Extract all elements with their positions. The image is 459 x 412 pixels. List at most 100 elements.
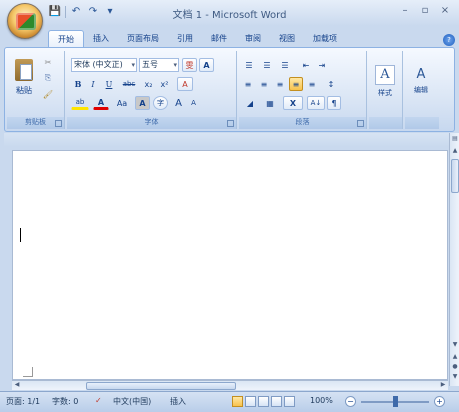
copy-icon[interactable]: ⎘	[40, 71, 56, 85]
window-controls: – ▫ ×	[395, 4, 455, 18]
vertical-scrollbar[interactable]: ▤ ▲ ▼ ▲ ● ▼	[449, 133, 459, 386]
find-icon: A	[416, 67, 426, 82]
draft-view-icon[interactable]	[284, 396, 295, 407]
insert-mode[interactable]: 插入	[170, 396, 186, 407]
web-layout-view-icon[interactable]	[258, 396, 269, 407]
tab-mailings[interactable]: 邮件	[202, 30, 236, 48]
ruler-strip	[4, 133, 449, 147]
document-page[interactable]	[12, 150, 448, 380]
page-count[interactable]: 页面: 1/1	[6, 396, 40, 407]
minimize-button[interactable]: –	[395, 4, 415, 18]
ruler-toggle-icon[interactable]: ▤	[451, 135, 459, 145]
editing-label: 编辑	[414, 86, 428, 94]
decrease-indent-button[interactable]: ⇤	[299, 58, 313, 72]
phonetic-guide-button[interactable]: 雯	[182, 58, 197, 72]
cut-icon[interactable]: ✂	[40, 55, 56, 69]
outline-view-icon[interactable]	[271, 396, 282, 407]
editing-button[interactable]: A 编辑	[408, 57, 434, 105]
horizontal-scrollbar[interactable]: ◀ ▶	[12, 380, 448, 390]
clear-formatting-button[interactable]: A	[177, 77, 193, 91]
center-button[interactable]: ≡	[257, 77, 271, 91]
office-button[interactable]	[7, 3, 43, 39]
next-page-icon[interactable]: ▼	[451, 373, 459, 383]
shading-button[interactable]: ◢	[241, 96, 259, 110]
align-left-button[interactable]: ≡	[241, 77, 255, 91]
tab-review[interactable]: 审阅	[236, 30, 270, 48]
font-launcher-icon[interactable]	[227, 120, 234, 127]
zoom-level[interactable]: 100%	[310, 396, 333, 405]
chevron-down-icon: ▾	[173, 61, 177, 69]
justify-button[interactable]: ≡	[289, 77, 303, 91]
chinese-layout-button[interactable]: X	[283, 96, 303, 110]
paragraph-launcher-icon[interactable]	[357, 120, 364, 127]
show-hide-marks-button[interactable]: ¶	[327, 96, 341, 110]
format-painter-icon[interactable]: 🖌	[40, 87, 56, 101]
font-size-combo[interactable]: 五号 ▾	[139, 58, 179, 72]
scroll-down-icon[interactable]: ▼	[451, 341, 459, 351]
numbering-button[interactable]: ☰	[259, 58, 275, 72]
change-case-button[interactable]: Aa	[113, 96, 131, 110]
bullets-button[interactable]: ☰	[241, 58, 257, 72]
italic-button[interactable]: I	[86, 77, 100, 91]
zoom-slider-thumb[interactable]	[393, 396, 398, 407]
strikethrough-button[interactable]: abc	[119, 77, 139, 91]
chevron-down-icon: ▾	[131, 61, 135, 69]
highlight-button[interactable]: ab	[71, 96, 89, 110]
increase-indent-button[interactable]: ⇥	[315, 58, 329, 72]
tab-addins[interactable]: 加载项	[304, 30, 346, 48]
tab-view[interactable]: 视图	[270, 30, 304, 48]
superscript-button[interactable]: x²	[157, 77, 172, 91]
horizontal-scroll-thumb[interactable]	[86, 382, 236, 390]
distributed-button[interactable]: ≡	[305, 77, 319, 91]
scroll-up-icon[interactable]: ▲	[451, 147, 459, 157]
paste-icon	[15, 58, 33, 81]
align-right-button[interactable]: ≡	[273, 77, 287, 91]
enclose-characters-button[interactable]: 字	[153, 96, 168, 110]
borders-button[interactable]: ▦	[261, 96, 279, 110]
shrink-font-button[interactable]: A	[187, 96, 200, 110]
scroll-left-icon[interactable]: ◀	[12, 381, 22, 390]
line-spacing-button[interactable]: ↕	[323, 77, 339, 91]
styles-icon: A	[375, 64, 395, 85]
multilevel-list-button[interactable]: ☰	[277, 58, 293, 72]
proofing-icon[interactable]: ✓	[95, 396, 102, 405]
zoom-in-button[interactable]: +	[434, 396, 445, 407]
full-screen-view-icon[interactable]	[245, 396, 256, 407]
underline-button[interactable]: U	[101, 77, 117, 91]
zoom-out-button[interactable]: −	[345, 396, 356, 407]
character-border-button[interactable]: A	[199, 58, 214, 72]
help-icon[interactable]: ?	[443, 34, 455, 46]
language-indicator[interactable]: 中文(中国)	[113, 396, 151, 407]
margin-corner-mark	[23, 367, 33, 377]
browse-object-icon[interactable]: ●	[451, 363, 459, 373]
sort-button[interactable]: A↓	[307, 96, 325, 110]
previous-page-icon[interactable]: ▲	[451, 353, 459, 363]
text-caret	[20, 228, 21, 242]
bold-button[interactable]: B	[71, 77, 85, 91]
print-layout-view-icon[interactable]	[232, 396, 243, 407]
word-count[interactable]: 字数: 0	[52, 396, 78, 407]
styles-group-label	[369, 117, 402, 129]
maximize-button[interactable]: ▫	[415, 4, 435, 18]
paragraph-group-label: 段落	[239, 117, 366, 129]
tab-home[interactable]: 开始	[48, 30, 84, 48]
title-bar: 💾 ↶ ↷ ▾ 文档 1 - Microsoft Word – ▫ ×	[0, 0, 459, 26]
tab-insert[interactable]: 插入	[84, 30, 118, 48]
tab-references[interactable]: 引用	[168, 30, 202, 48]
grow-font-button[interactable]: A	[172, 96, 185, 110]
styles-group: A 样式	[369, 51, 403, 129]
editing-group: A 编辑	[405, 51, 439, 129]
font-name-combo[interactable]: 宋体 (中文正) ▾	[71, 58, 137, 72]
vertical-scroll-thumb[interactable]	[451, 159, 459, 193]
clipboard-launcher-icon[interactable]	[55, 120, 62, 127]
subscript-button[interactable]: x₂	[141, 77, 156, 91]
scroll-right-icon[interactable]: ▶	[438, 381, 448, 390]
status-bar: 页面: 1/1 字数: 0 ✓ 中文(中国) 插入 100% − +	[0, 391, 459, 412]
tab-page-layout[interactable]: 页面布局	[118, 30, 168, 48]
paste-button[interactable]: 粘贴	[11, 53, 37, 101]
close-button[interactable]: ×	[435, 4, 455, 18]
styles-button[interactable]: A 样式	[372, 57, 398, 105]
character-shading-button[interactable]: A	[135, 96, 150, 110]
font-color-button[interactable]: A	[93, 96, 109, 110]
font-size-value: 五号	[142, 60, 158, 69]
